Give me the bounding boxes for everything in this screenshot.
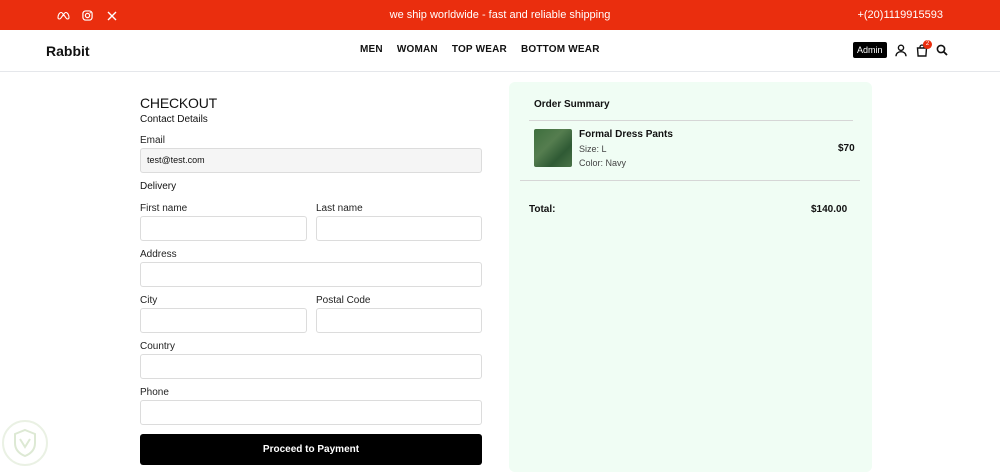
country-label: Country (140, 341, 176, 352)
total-value: $140.00 (811, 204, 848, 215)
country-field[interactable] (140, 354, 482, 379)
shipping-message: we ship worldwide - fast and reliable sh… (389, 9, 611, 21)
site-header: Rabbit MEN WOMAN TOP WEAR BOTTOM WEAR Ad… (0, 30, 1000, 72)
total-label: Total: (529, 204, 556, 215)
page-title: CHECKOUT (140, 95, 217, 111)
product-color: Color: Navy (579, 158, 627, 168)
nav-item-woman[interactable]: WOMAN (397, 44, 438, 55)
delivery-heading: Delivery (140, 181, 177, 192)
summary-divider (529, 120, 853, 121)
product-size: Size: L (579, 144, 607, 154)
watermark-logo-icon (2, 420, 48, 466)
address-label: Address (140, 249, 177, 260)
main-nav: MEN WOMAN TOP WEAR BOTTOM WEAR (360, 44, 600, 55)
search-icon[interactable] (935, 43, 949, 57)
postal-code-field[interactable] (316, 308, 482, 333)
nav-item-top-wear[interactable]: TOP WEAR (452, 44, 507, 55)
contact-details-heading: Contact Details (140, 114, 208, 125)
cart-count-badge: 2 (923, 40, 932, 49)
phone-field[interactable] (140, 400, 482, 425)
phone-label: Phone (140, 387, 169, 398)
product-thumbnail (534, 129, 572, 167)
product-price: $70 (838, 143, 855, 154)
user-icon[interactable] (894, 43, 908, 57)
postal-code-label: Postal Code (316, 295, 371, 306)
site-logo[interactable]: Rabbit (46, 43, 90, 59)
nav-item-men[interactable]: MEN (360, 44, 383, 55)
shopping-bag-icon[interactable]: 2 (915, 40, 932, 57)
product-name: Formal Dress Pants (579, 129, 673, 140)
contact-phone[interactable]: +(20)1119915593 (857, 9, 943, 21)
email-field[interactable]: test@test.com (140, 148, 482, 173)
first-name-label: First name (140, 203, 188, 214)
city-field[interactable] (140, 308, 307, 333)
summary-divider (520, 180, 860, 181)
proceed-to-payment-button[interactable]: Proceed to Payment (140, 434, 482, 465)
admin-button[interactable]: Admin (853, 42, 887, 58)
address-field[interactable] (140, 262, 482, 287)
order-summary-title: Order Summary (534, 99, 610, 110)
nav-item-bottom-wear[interactable]: BOTTOM WEAR (521, 44, 600, 55)
city-label: City (140, 295, 158, 306)
announcement-bar: we ship worldwide - fast and reliable sh… (0, 0, 1000, 30)
last-name-field[interactable] (316, 216, 482, 241)
first-name-field[interactable] (140, 216, 307, 241)
last-name-label: Last name (316, 203, 363, 214)
email-label: Email (140, 135, 166, 146)
